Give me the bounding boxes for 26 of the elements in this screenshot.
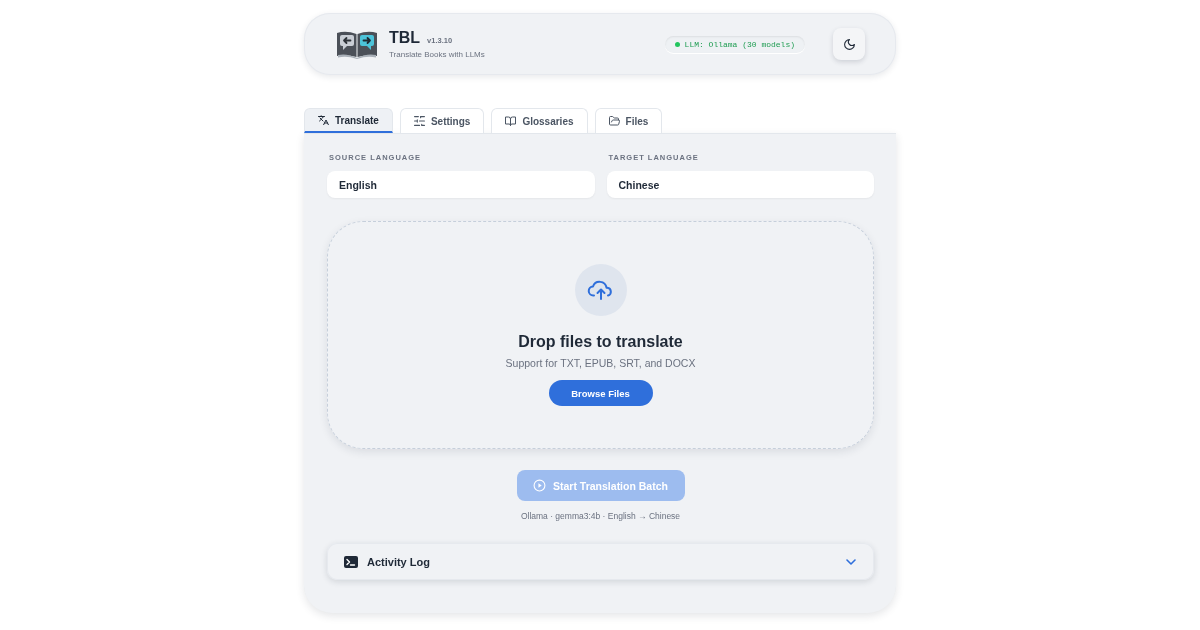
activity-log-header[interactable]: Activity Log (327, 543, 874, 580)
terminal-icon (344, 555, 358, 568)
tab[interactable]: Translate (304, 108, 393, 133)
moon-icon (842, 37, 856, 51)
sliders-icon (413, 116, 425, 126)
llm-status-label: LLM: Ollama (30 models) (684, 39, 795, 49)
theme-toggle-button[interactable] (833, 28, 865, 60)
tab[interactable]: Files (594, 108, 663, 133)
play-icon (533, 479, 546, 492)
logo-icon (336, 29, 378, 59)
book-icon (505, 116, 517, 126)
file-drop-zone[interactable]: Drop files to translate Support for TXT, EPUB, SRT, and DOCX Browse Files (327, 221, 874, 449)
app-subtitle: Translate Books with LLMs (389, 50, 485, 59)
folder-icon (608, 116, 620, 126)
translation-summary: Ollama · gemma3:4b · English → Chinese (520, 510, 681, 522)
browse-files-button[interactable]: Browse Files (548, 380, 653, 406)
language-icon (318, 115, 329, 125)
app-title: TBL (389, 29, 421, 47)
source-language-field[interactable]: English (327, 171, 595, 198)
drop-zone-hint: Support for TXT, EPUB, SRT, and DOCX (505, 356, 696, 370)
cloud-upload-icon (574, 264, 627, 316)
target-language-field[interactable]: Chinese (606, 171, 874, 198)
tab[interactable]: Glossaries (491, 108, 588, 133)
tab[interactable]: Settings (399, 108, 485, 133)
drop-zone-title: Drop files to translate (518, 332, 683, 352)
activity-log-title: Activity Log (367, 555, 430, 568)
